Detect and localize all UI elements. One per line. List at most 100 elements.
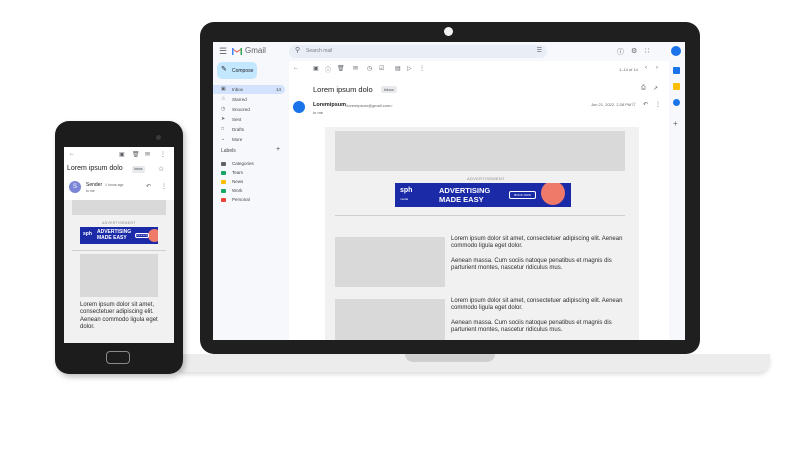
open-new-window-icon[interactable]: ↗ — [653, 85, 658, 92]
sidebar-item-more[interactable]: ⌄ More — [213, 135, 285, 144]
move-to-icon[interactable]: ▤ — [395, 65, 401, 72]
label-icon[interactable]: ▷ — [407, 65, 412, 72]
article-image-placeholder — [335, 237, 445, 287]
gear-icon[interactable]: ⚙ — [631, 47, 637, 55]
apps-grid-icon[interactable]: ∷ — [645, 47, 649, 55]
laptop-notch — [405, 354, 495, 362]
inbox-badge[interactable]: Inbox — [381, 86, 397, 93]
snooze-icon[interactable]: ◷ — [367, 65, 372, 72]
more-vert-icon[interactable]: ⋮ — [655, 101, 661, 108]
divider — [335, 215, 625, 216]
label-item-categories[interactable]: Categories — [213, 160, 285, 168]
search-input[interactable]: Search mail — [306, 48, 332, 54]
article-paragraph-2: Aenean massa. Cum sociis natoque penatib… — [451, 258, 612, 272]
more-vert-icon[interactable]: ⋮ — [161, 183, 167, 190]
prev-page-icon[interactable]: ‹ — [645, 65, 647, 71]
archive-icon[interactable]: ▣ — [313, 65, 319, 72]
gmail-top-bar: ☰ Gmail ⚲ Search mail ☰ ⓘ ⚙ ∷ — [213, 42, 685, 61]
back-arrow-icon[interactable]: ← — [293, 65, 299, 71]
advertisement-label: ADVERTISEMENT — [467, 176, 505, 181]
add-addon-icon[interactable]: + — [673, 119, 678, 128]
side-panel: + — [669, 61, 685, 340]
message-view: ← ▣ ⓘ 🗑 ✉ ◷ ☑ ▤ ▷ ⋮ 1–14 of 14 ‹ › Lorem… — [289, 61, 668, 340]
inbox-badge[interactable]: Inbox — [132, 166, 145, 173]
gmail-app-name: Gmail — [245, 46, 266, 55]
email-date: Jun 21, 2022, 2:28 PM — [591, 102, 632, 107]
ad-headline-line-1: ADVERTISING — [439, 186, 491, 195]
filter-icon[interactable]: ☰ — [537, 47, 542, 54]
next-page-icon[interactable]: › — [656, 65, 658, 71]
more-vert-icon[interactable]: ⋮ — [160, 151, 166, 158]
star-icon[interactable]: ☆ — [631, 101, 636, 108]
sender-avatar[interactable]: S — [69, 181, 81, 193]
clock-icon: ◷ — [221, 106, 226, 112]
report-spam-icon[interactable]: ⓘ — [325, 65, 331, 74]
ad-logo: sph — [400, 187, 413, 194]
star-icon[interactable]: ☆ — [158, 165, 164, 173]
search-bar[interactable]: ⚲ Search mail ☰ — [289, 45, 547, 58]
label-item-team[interactable]: Team — [213, 169, 285, 177]
phone-camera — [156, 135, 161, 140]
label-item-news[interactable]: News — [213, 178, 285, 186]
newsletter-body: ADVERTISEMENT sph ADVERTISING MADE EASY … — [64, 200, 174, 343]
ad-banner[interactable]: sph media ADVERTISING MADE EASY BOOK NOW — [395, 183, 571, 207]
recipient-text[interactable]: to me — [86, 189, 95, 193]
mark-unread-icon[interactable]: ✉ — [353, 65, 358, 72]
divider — [72, 250, 166, 251]
ad-logo: sph — [83, 231, 92, 237]
draft-icon: □ — [221, 126, 225, 132]
ad-decorative-circle — [541, 183, 565, 205]
label-item-personal[interactable]: Personal — [213, 196, 285, 204]
calendar-icon[interactable] — [673, 67, 680, 74]
menu-icon[interactable]: ☰ — [219, 46, 227, 57]
keep-icon[interactable] — [673, 83, 680, 90]
sidebar-item-snoozed[interactable]: ◷ Snoozed — [213, 105, 285, 114]
reply-icon[interactable]: ↶ — [643, 101, 648, 108]
sender-email: <loremipsum@gmail.com> — [345, 103, 393, 108]
sidebar-item-starred[interactable]: ☆ Starred — [213, 95, 285, 104]
sidebar-item-drafts[interactable]: □ Drafts — [213, 125, 285, 134]
send-icon: ➤ — [221, 116, 226, 122]
archive-icon[interactable]: ▣ — [119, 151, 125, 158]
pagination-text: 1–14 of 14 — [619, 67, 638, 72]
sidebar-item-sent[interactable]: ➤ Sent — [213, 115, 285, 124]
ad-book-now-button[interactable]: BOOK NOW — [135, 233, 149, 238]
mail-icon[interactable]: ✉ — [145, 151, 150, 158]
label-tag-icon — [221, 180, 226, 184]
ad-book-now-button[interactable]: BOOK NOW — [509, 191, 536, 199]
add-task-icon[interactable]: ☑ — [379, 65, 384, 72]
back-arrow-icon[interactable]: ← — [69, 151, 75, 157]
label-tag-icon — [221, 189, 226, 193]
label-tag-icon — [221, 198, 226, 202]
gmail-logo-icon — [232, 48, 242, 55]
ad-decorative-circle — [148, 229, 158, 242]
search-icon[interactable]: ⚲ — [295, 46, 300, 54]
sender-name[interactable]: Loremipsum — [313, 102, 346, 108]
newsletter-body: ADVERTISEMENT sph media ADVERTISING MADE… — [325, 127, 639, 340]
phone-home-button[interactable] — [106, 351, 130, 364]
add-label-icon[interactable]: + — [276, 146, 280, 153]
ad-banner[interactable]: sph ADVERTISING MADE EASY BOOK NOW — [80, 227, 158, 244]
recipient-text[interactable]: to me — [313, 110, 323, 115]
article-paragraph: Lorem ipsum dolor sit amet, consectetuer… — [80, 302, 158, 330]
avatar[interactable] — [671, 46, 681, 56]
label-tag-icon — [221, 171, 226, 175]
sender-name[interactable]: Sender — [86, 182, 102, 188]
article-image-placeholder — [80, 254, 158, 297]
more-vert-icon[interactable]: ⋮ — [419, 65, 425, 72]
help-icon[interactable]: ⓘ — [617, 47, 624, 57]
label-item-work[interactable]: Work — [213, 187, 285, 195]
article-paragraph-4: Aenean massa. Cum sociis natoque penatib… — [451, 320, 612, 334]
contacts-icon[interactable] — [673, 99, 680, 106]
sender-avatar[interactable] — [293, 101, 305, 113]
print-icon[interactable]: ⎙ — [641, 85, 646, 92]
sidebar-item-inbox[interactable]: ▣ Inbox 14 — [213, 85, 285, 94]
advertisement-label: ADVERTISEMENT — [102, 221, 136, 225]
pencil-icon: ✎ — [221, 66, 227, 73]
delete-icon[interactable]: 🗑 — [337, 65, 345, 72]
compose-button[interactable]: ✎ Compose — [217, 62, 257, 79]
delete-icon[interactable]: 🗑 — [132, 151, 140, 158]
sidebar: ✎ Compose ▣ Inbox 14 ☆ Starred ◷ Snoozed… — [213, 61, 289, 340]
reply-icon[interactable]: ↶ — [146, 183, 151, 190]
email-subject: Lorem ipsum dolo — [67, 165, 123, 172]
